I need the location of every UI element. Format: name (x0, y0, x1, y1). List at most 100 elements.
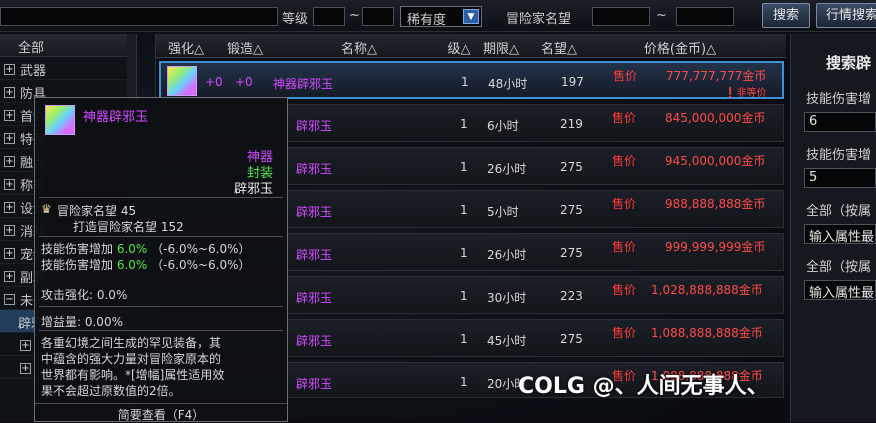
fame-icon: ♛ (41, 202, 52, 216)
expand-icon[interactable]: + (20, 363, 31, 374)
item-tooltip: 神器辟邪玉 神器 封装 辟邪玉 ♛ 冒险家名望 45 打造冒险家名望 152 技… (34, 97, 288, 422)
item-period: 45小时 (487, 334, 527, 348)
stat-range: （-6.0%~6.0%） (151, 258, 251, 272)
header-name[interactable]: 名称△ (274, 34, 444, 57)
level-label: 等级 (282, 12, 309, 27)
filter-attribute-select[interactable]: 全部（按属 (791, 200, 876, 220)
item-period: 30小时 (487, 291, 527, 305)
stat-value: 6.0% (116, 242, 148, 256)
tooltip-brief-view-hint[interactable]: 简要查看（F4） (35, 403, 287, 422)
item-fame: 275 (560, 203, 583, 217)
reputation-label: 冒险家名望 (506, 12, 572, 27)
header-period[interactable]: 期限△ (474, 34, 528, 57)
item-level: 1 (460, 246, 468, 260)
reputation-max-input[interactable] (676, 7, 734, 26)
sell-label: 售价 (612, 111, 637, 125)
enhance-value: +0 (205, 75, 223, 89)
expand-icon[interactable]: + (4, 133, 15, 144)
level-max-input[interactable] (362, 7, 394, 26)
sell-label: 售价 (612, 197, 637, 211)
tooltip-item-name: 神器辟邪玉 (83, 110, 149, 125)
item-name-input[interactable] (0, 7, 278, 26)
expand-icon[interactable]: + (4, 87, 15, 98)
divider (39, 236, 283, 237)
item-icon (167, 66, 197, 96)
header-price[interactable]: 价格(金币)△ (590, 34, 770, 57)
item-level: 1 (460, 160, 468, 174)
item-price: 845,000,000金币 (665, 111, 766, 125)
expand-icon[interactable]: + (4, 225, 15, 236)
item-level: 1 (460, 117, 468, 131)
category-all[interactable]: 全部 (0, 34, 136, 57)
sell-label: 售价 (612, 283, 637, 297)
sell-label: 售价 (612, 326, 637, 340)
filter-value-input[interactable]: 6 (804, 112, 876, 132)
chevron-down-icon[interactable]: ▼ (463, 9, 479, 24)
tooltip-attack-enhance: 攻击强化: 0.0% (41, 288, 128, 302)
rarity-value: 稀有度 (407, 13, 447, 28)
filter-panel: 搜索辟 技能伤害增 6 技能伤害增 5 全部（按属 输入属性最 全部（按属 输入… (790, 34, 876, 422)
tooltip-forge-fame: 打造冒险家名望 152 (73, 220, 184, 234)
header-level[interactable]: 级△ (444, 34, 474, 57)
divider (39, 330, 283, 331)
reputation-min-input[interactable] (592, 7, 650, 26)
non-equivalent-badge: ❗非等价 (724, 88, 767, 99)
expand-icon[interactable]: + (4, 179, 15, 190)
header-forge[interactable]: 锻造△ (216, 34, 274, 57)
filter-label: 技能伤害增 (806, 148, 872, 163)
expand-icon[interactable]: + (4, 110, 15, 121)
item-name: 辟邪玉 (296, 119, 333, 133)
search-button[interactable]: 搜索 (762, 3, 810, 28)
item-period: 5小时 (487, 205, 519, 219)
item-price: 988,888,888金币 (665, 197, 766, 211)
item-level: 1 (460, 375, 468, 389)
tooltip-desc-line: 世界都有影响。*[增幅]属性适用效 (41, 368, 225, 382)
tooltip-desc-line: 果不会超过原数值的2倍。 (41, 384, 181, 398)
tooltip-amplify: 增益量: 0.00% (41, 315, 123, 329)
table-row[interactable]: +0 +0 神器辟邪玉 1 48小时 197 售价 777,777,777金币 … (159, 61, 784, 99)
stat-label: 技能伤害增加 (41, 242, 114, 256)
filter-attribute-input[interactable]: 输入属性最 (804, 280, 876, 301)
item-fame: 275 (560, 246, 583, 260)
sell-label: 售价 (612, 240, 637, 254)
header-enhance[interactable]: 强化△ (156, 34, 216, 57)
item-name: 神器辟邪玉 (273, 77, 334, 91)
filter-value-input[interactable]: 5 (804, 168, 876, 188)
expand-icon[interactable]: + (4, 248, 15, 259)
divider (39, 306, 283, 307)
level-tilde: ~ (349, 8, 360, 23)
item-period: 26小时 (487, 248, 527, 262)
item-name: 辟邪玉 (296, 334, 333, 348)
stat-value: 6.0% (116, 258, 148, 272)
item-price: 945,000,000金币 (665, 154, 766, 168)
filter-attribute-input[interactable]: 输入属性最 (804, 224, 876, 245)
item-name: 辟邪玉 (296, 205, 333, 219)
expand-icon[interactable]: + (4, 64, 15, 75)
item-price: 1,028,888,888金币 (651, 283, 763, 297)
item-level: 1 (460, 203, 468, 217)
item-price: 999,999,999金币 (665, 240, 766, 254)
collapse-icon[interactable]: − (4, 294, 15, 305)
sell-label: 售价 (612, 154, 637, 168)
expand-icon[interactable]: + (20, 340, 31, 351)
filter-attribute-select[interactable]: 全部（按属 (791, 256, 876, 276)
category-label: 武器 (20, 64, 47, 79)
expand-icon[interactable]: + (4, 202, 15, 213)
tooltip-stat-1: 技能伤害增加 6.0% （-6.0%~6.0%） (41, 240, 251, 257)
level-min-input[interactable] (313, 7, 345, 26)
stat-range: （-6.0%~6.0%） (151, 242, 251, 256)
category-item[interactable]: + 武器 (0, 57, 136, 80)
divider (39, 197, 283, 198)
item-name: 辟邪玉 (296, 248, 333, 262)
header-fame[interactable]: 名望△ (528, 34, 590, 57)
item-fame: 223 (560, 289, 583, 303)
item-period: 48小时 (488, 77, 528, 91)
item-icon (45, 105, 75, 135)
item-period: 26小时 (487, 162, 527, 176)
rarity-select[interactable]: 稀有度 ▼ (400, 6, 482, 28)
item-price: 1,088,888,888金币 (651, 326, 763, 340)
expand-icon[interactable]: + (4, 156, 15, 167)
expand-icon[interactable]: + (4, 271, 15, 282)
market-search-button[interactable]: 行情搜索 (816, 3, 876, 28)
tooltip-type: 辟邪玉 (233, 182, 273, 197)
